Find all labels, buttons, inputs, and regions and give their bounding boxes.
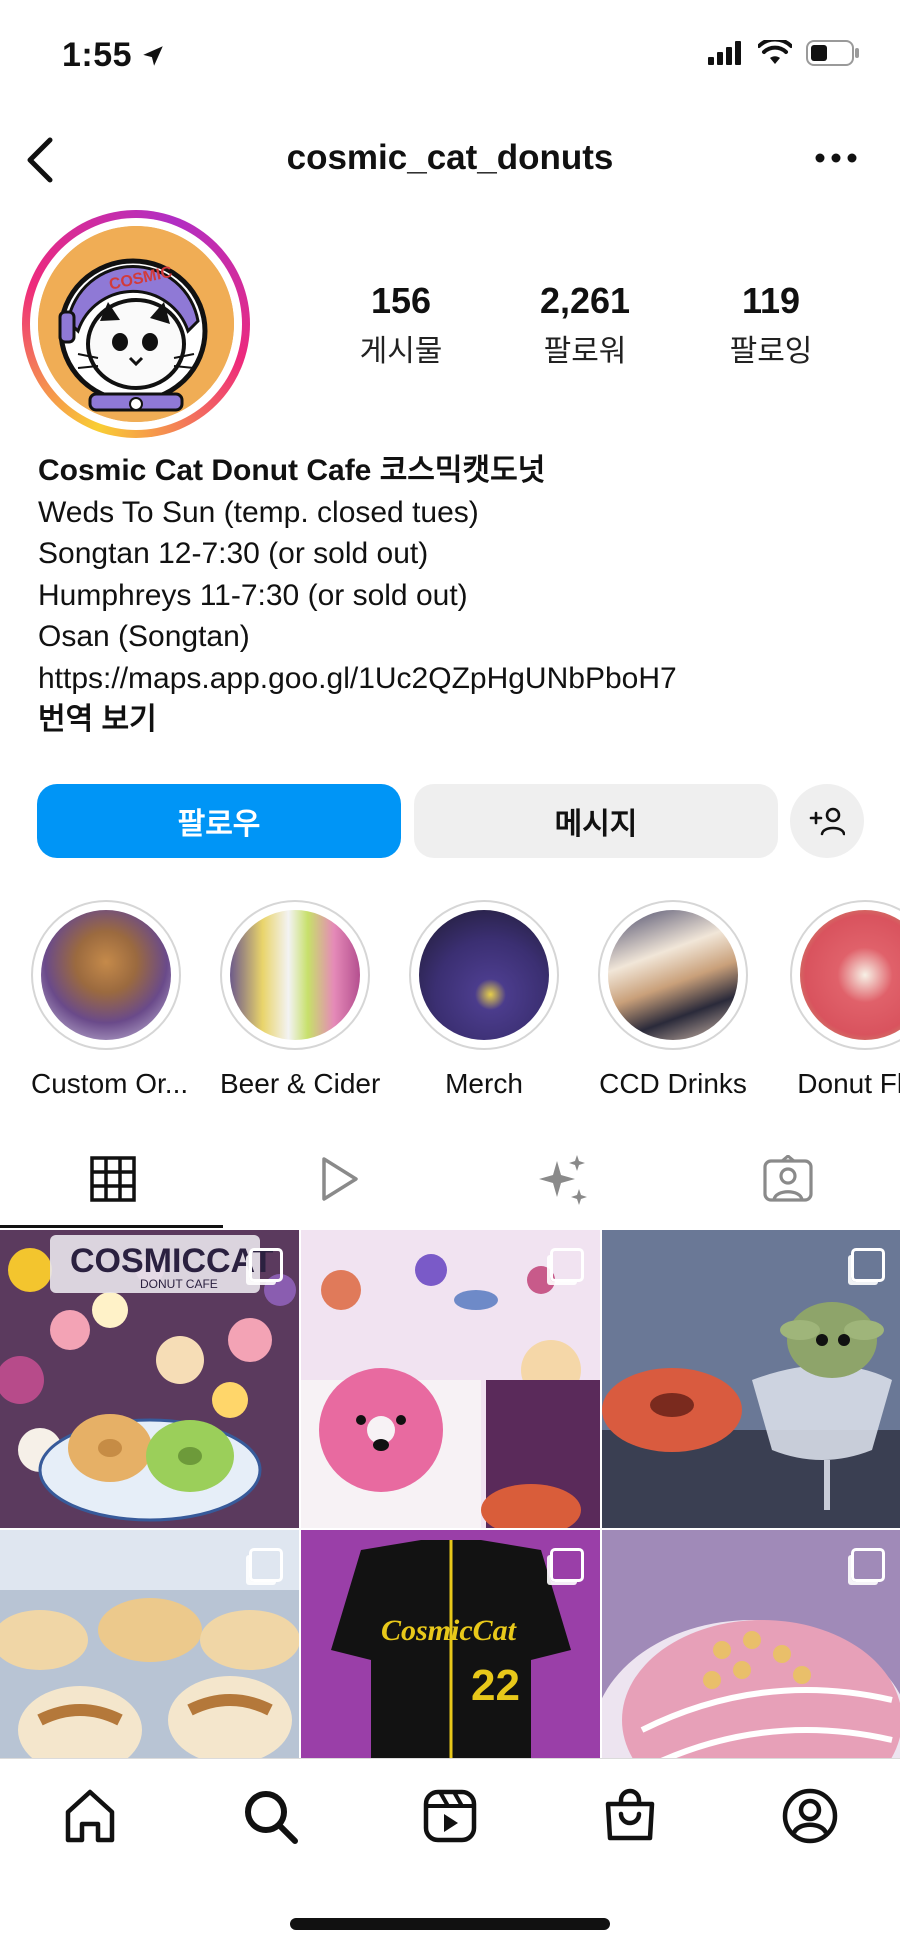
bio-line: Humphreys 11-7:30 (or sold out) — [38, 578, 468, 612]
post-thumbnail[interactable] — [602, 1530, 900, 1758]
tab-tagged[interactable] — [675, 1130, 900, 1228]
highlight-merch[interactable]: Merch — [409, 900, 559, 1100]
highlight-label: Beer & Cider — [220, 1068, 381, 1099]
more-options-icon[interactable] — [810, 146, 862, 170]
follow-button[interactable]: 팔로우 — [37, 784, 401, 858]
clock-text: 1:55 — [62, 36, 133, 74]
shop-icon[interactable] — [600, 1786, 660, 1846]
highlight-beer-cider[interactable]: Beer & Cider — [220, 900, 381, 1100]
carousel-icon — [550, 1248, 584, 1282]
status-time: 1:55 — [62, 36, 166, 75]
following-count-value: 119 — [741, 280, 801, 321]
followers-count[interactable]: 2,261 팔로워 — [500, 280, 670, 370]
profile-avatar[interactable]: COSMIC — [22, 210, 250, 438]
avatar-image: COSMIC — [38, 226, 234, 422]
cellular-signal-icon — [708, 41, 741, 65]
profile-username: cosmic_cat_donuts — [286, 138, 614, 177]
play-icon — [321, 1157, 358, 1201]
reels-icon[interactable] — [420, 1786, 480, 1846]
home-indicator — [290, 1918, 610, 1930]
tab-guides[interactable] — [450, 1130, 675, 1228]
grid-icon — [89, 1156, 136, 1202]
posts-count-label: 게시물 — [359, 335, 443, 368]
post-thumbnail[interactable] — [301, 1230, 600, 1528]
bio-line: Weds To Sun (temp. closed tues) — [38, 495, 479, 529]
astronaut-cat-logo: COSMIC — [38, 226, 234, 422]
see-translation-link[interactable]: 번역 보기 — [38, 699, 878, 741]
carousel-icon — [249, 1248, 283, 1282]
sparkles-icon — [538, 1155, 587, 1205]
carousel-icon — [550, 1548, 584, 1582]
posts-count[interactable]: 156 게시물 — [316, 280, 486, 370]
highlight-label: Merch — [445, 1068, 523, 1099]
message-button[interactable]: 메시지 — [414, 784, 778, 858]
add-person-icon — [809, 807, 845, 836]
post-overlay-subtext: DONUT CAFE — [140, 1277, 218, 1291]
highlight-label: CCD Drinks — [599, 1068, 747, 1099]
highlight-label: Donut Flav — [797, 1068, 900, 1099]
posts-grid: COSMICCAT DONUT CAFE CosmicCat 22 — [0, 1230, 900, 1758]
highlight-label: Custom Or... — [31, 1068, 189, 1099]
following-count-label: 팔로잉 — [729, 335, 813, 368]
post-thumbnail[interactable]: CosmicCat 22 — [301, 1530, 600, 1758]
jersey-number: 22 — [471, 1661, 520, 1710]
profile-bio: Cosmic Cat Donut Cafe 코스믹캣도넛 Weds To Sun… — [38, 450, 878, 741]
following-count[interactable]: 119 팔로잉 — [686, 280, 856, 370]
followers-count-value: 2,261 — [539, 280, 631, 321]
post-thumbnail[interactable] — [0, 1530, 299, 1758]
tab-posts-grid[interactable] — [0, 1130, 225, 1228]
post-overlay-text: COSMICCAT — [70, 1242, 274, 1280]
profile-tabs — [0, 1130, 900, 1228]
highlight-custom-orders[interactable]: Custom Or... — [31, 900, 189, 1100]
location-arrow-icon — [143, 45, 163, 66]
wifi-icon — [758, 40, 792, 64]
carousel-icon — [249, 1548, 283, 1582]
home-icon[interactable] — [60, 1786, 120, 1846]
display-name: Cosmic Cat Donut Cafe 코스믹캣도넛 — [38, 454, 546, 487]
carousel-icon — [851, 1548, 885, 1582]
search-icon[interactable] — [240, 1786, 300, 1846]
post-thumbnail[interactable]: COSMICCAT DONUT CAFE — [0, 1230, 299, 1528]
jersey-text: CosmicCat — [381, 1614, 518, 1647]
post-thumbnail[interactable] — [602, 1230, 900, 1528]
battery-icon — [806, 40, 859, 66]
active-tab-indicator — [0, 1225, 223, 1228]
suggested-users-button[interactable] — [790, 784, 864, 858]
profile-icon[interactable] — [780, 1786, 840, 1846]
tab-reels[interactable] — [225, 1130, 450, 1228]
followers-count-label: 팔로워 — [543, 335, 627, 368]
bio-link[interactable]: https://maps.app.goo.gl/1Uc2QZpHgUNbPboH… — [38, 658, 878, 700]
status-icons — [708, 40, 860, 66]
carousel-icon — [851, 1248, 885, 1282]
bio-line: Songtan 12-7:30 (or sold out) — [38, 537, 429, 570]
tagged-person-icon — [762, 1155, 813, 1202]
highlight-ccd-drinks[interactable]: CCD Drinks — [598, 900, 748, 1100]
posts-count-value: 156 — [370, 280, 432, 321]
highlight-donut-flavors[interactable]: Donut Flav — [790, 900, 900, 1100]
bio-line: Osan (Songtan) — [38, 620, 250, 653]
